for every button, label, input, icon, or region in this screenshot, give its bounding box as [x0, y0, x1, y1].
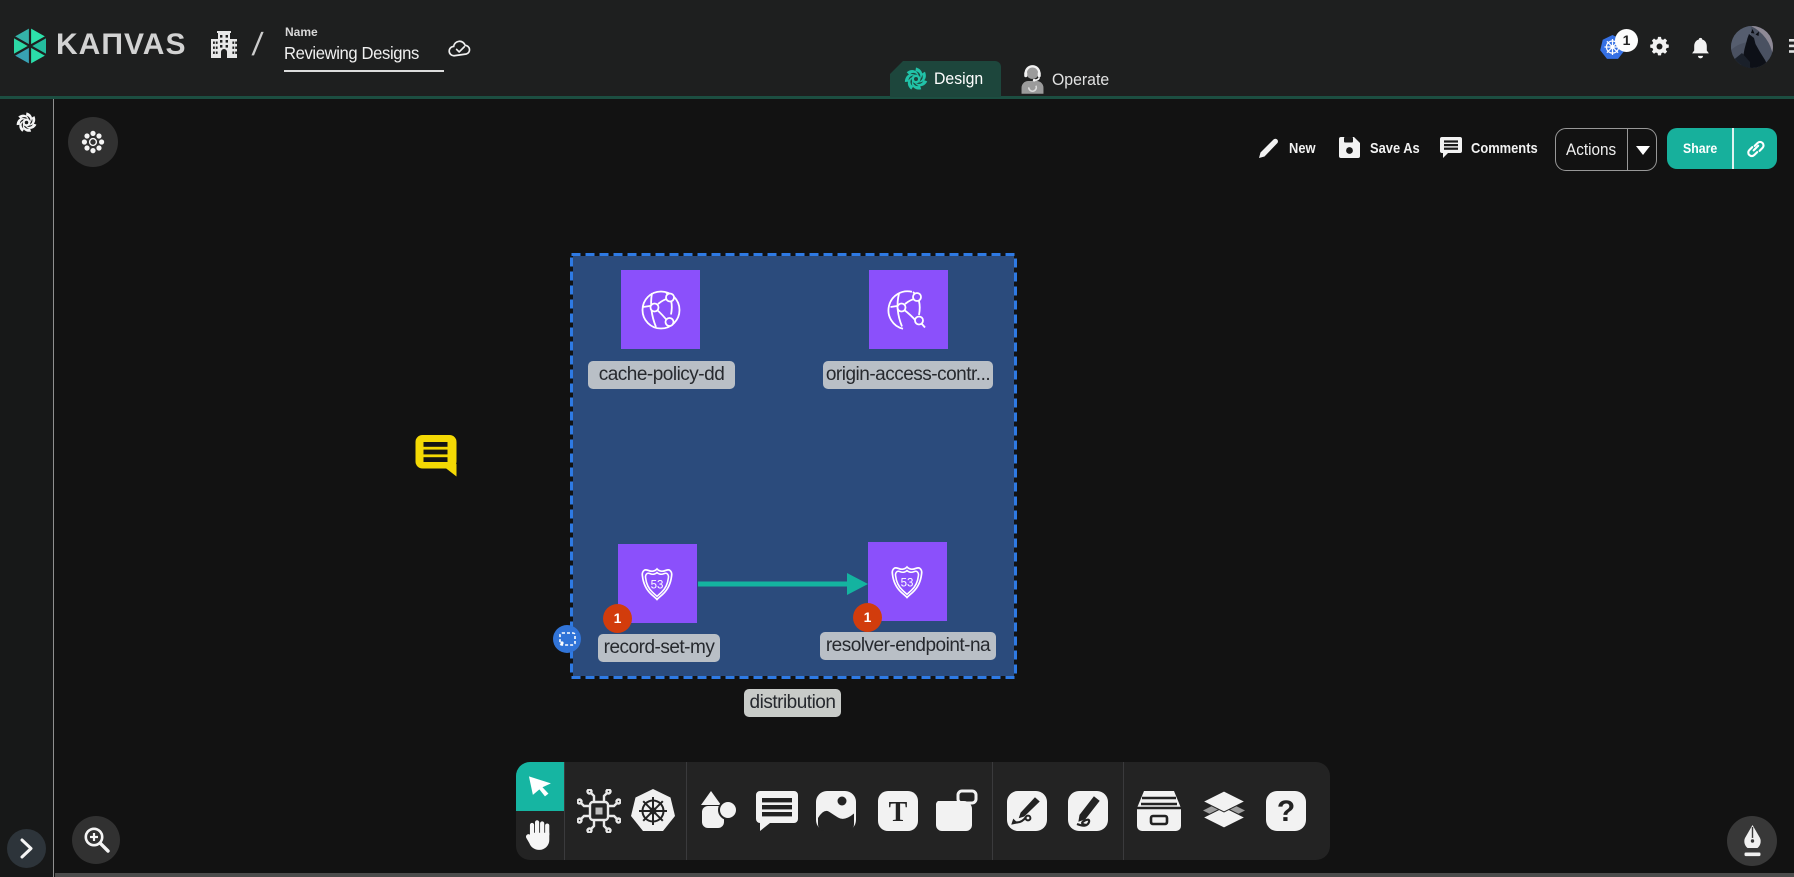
svg-text:?: ? [1277, 795, 1295, 828]
svg-text:53: 53 [651, 580, 664, 592]
svg-text:T: T [889, 797, 908, 828]
svg-text:53: 53 [901, 578, 914, 590]
